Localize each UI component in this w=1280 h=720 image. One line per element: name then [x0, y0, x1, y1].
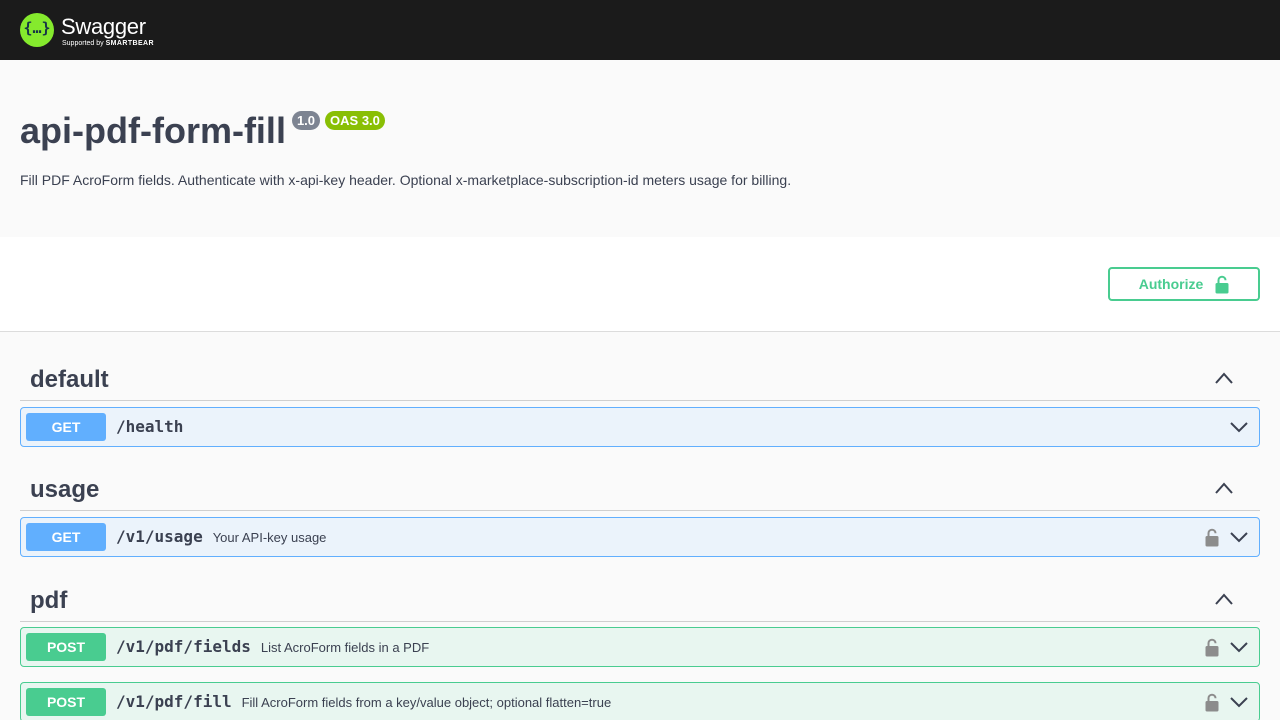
- operation-path: /v1/pdf/fields List AcroForm fields in a…: [116, 637, 429, 656]
- operation-post-pdf-fill[interactable]: POST /v1/pdf/fill Fill AcroForm fields f…: [20, 682, 1260, 720]
- smartbear-label: SMARTBEAR: [105, 40, 154, 47]
- path-text: /v1/pdf/fields: [116, 637, 251, 656]
- scheme-container: Authorize: [0, 237, 1280, 332]
- chevron-up-icon[interactable]: [1214, 592, 1234, 606]
- authorize-label: Authorize: [1138, 276, 1204, 292]
- top-bar: {…} Swagger Supported by SMARTBEAR: [0, 0, 1280, 60]
- api-info: api-pdf-form-fill 1.0 OAS 3.0 Fill PDF A…: [0, 60, 1280, 237]
- tag-name: usage: [30, 476, 100, 503]
- chevron-down-icon[interactable]: [1230, 641, 1248, 653]
- chevron-up-icon[interactable]: [1214, 481, 1234, 495]
- lock-icon[interactable]: [1205, 528, 1219, 547]
- method-badge: POST: [26, 633, 106, 661]
- tag-default[interactable]: default: [20, 358, 1260, 401]
- lock-icon[interactable]: [1205, 693, 1219, 712]
- path-text: /v1/usage: [116, 527, 203, 546]
- method-badge: GET: [26, 523, 106, 551]
- path-text: /v1/pdf/fill: [116, 692, 232, 711]
- tag-name: default: [30, 366, 109, 393]
- supported-by-label: Supported by: [62, 40, 104, 47]
- swagger-logo-icon: {…}: [20, 13, 54, 47]
- unlock-icon: [1215, 275, 1229, 293]
- logo-text: Swagger Supported by SMARTBEAR: [61, 10, 161, 50]
- lock-icon[interactable]: [1205, 638, 1219, 657]
- oas-badge: OAS 3.0: [325, 111, 385, 130]
- operation-path: /v1/pdf/fill Fill AcroForm fields from a…: [116, 692, 611, 711]
- api-description: Fill PDF AcroForm fields. Authenticate w…: [20, 172, 792, 188]
- operation-path: /health: [116, 417, 183, 436]
- swagger-logo[interactable]: {…} Swagger Supported by SMARTBEAR: [20, 10, 161, 50]
- operation-get-health[interactable]: GET /health: [20, 407, 1260, 447]
- supported-by: Supported by SMARTBEAR: [62, 40, 154, 47]
- operation-path: /v1/usage Your API-key usage: [116, 527, 326, 546]
- operation-get-usage[interactable]: GET /v1/usage Your API-key usage: [20, 517, 1260, 557]
- api-title: api-pdf-form-fill: [20, 110, 286, 151]
- operation-summary: Your API-key usage: [212, 530, 327, 545]
- chevron-down-icon[interactable]: [1230, 531, 1248, 543]
- brand-name: Swagger: [61, 14, 146, 39]
- method-badge: GET: [26, 413, 106, 441]
- version-badge: 1.0: [291, 111, 321, 130]
- tag-pdf[interactable]: pdf: [20, 579, 1260, 622]
- operation-summary: List AcroForm fields in a PDF: [260, 640, 430, 655]
- tag-usage[interactable]: usage: [20, 468, 1260, 511]
- logo-glyph: {…}: [23, 19, 51, 37]
- path-text: /health: [116, 417, 184, 436]
- operation-summary: Fill AcroForm fields from a key/value ob…: [241, 695, 612, 710]
- chevron-up-icon[interactable]: [1214, 371, 1234, 385]
- authorize-button[interactable]: Authorize: [1108, 267, 1260, 301]
- method-badge: POST: [26, 688, 106, 716]
- chevron-down-icon[interactable]: [1230, 421, 1248, 433]
- operation-post-pdf-fields[interactable]: POST /v1/pdf/fields List AcroForm fields…: [20, 627, 1260, 667]
- tag-name: pdf: [30, 587, 68, 614]
- chevron-down-icon[interactable]: [1230, 696, 1248, 708]
- title-row: api-pdf-form-fill 1.0 OAS 3.0: [20, 110, 385, 152]
